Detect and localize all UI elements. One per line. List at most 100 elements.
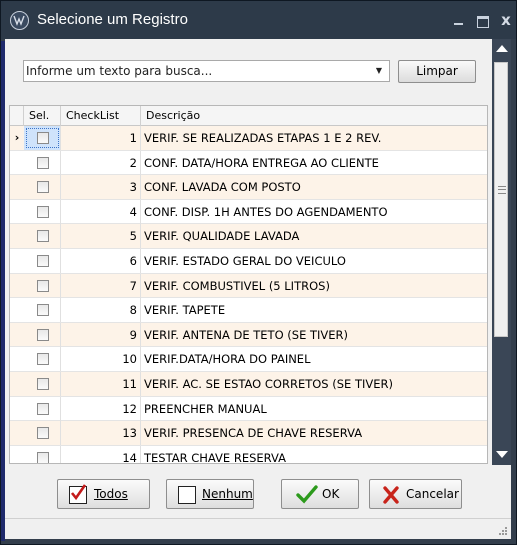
row-select-cell[interactable] [24, 150, 61, 175]
search-panel: ▼ Limpar [5, 39, 492, 91]
row-indicator [10, 372, 24, 396]
table-row[interactable]: 5 VERIF. QUALIDADE LAVADA [10, 224, 487, 249]
x-mark-icon [382, 485, 400, 504]
row-select-cell[interactable] [24, 273, 61, 298]
select-none-label: Nenhum [202, 487, 253, 501]
select-all-button[interactable]: Todos [57, 479, 150, 509]
row-select-cell[interactable] [24, 175, 61, 200]
minimize-button[interactable] [447, 10, 469, 30]
row-indicator: › [14, 131, 20, 144]
checklist-number-cell: 7 [61, 273, 141, 298]
row-select-cell[interactable] [24, 396, 61, 421]
checked-checkbox-icon [69, 484, 87, 504]
row-select-cell[interactable] [24, 445, 61, 463]
row-indicator [10, 249, 24, 273]
row-indicator [10, 397, 24, 421]
row-checkbox[interactable] [37, 132, 49, 144]
row-select-cell[interactable] [24, 199, 61, 224]
row-select-cell[interactable] [24, 347, 61, 372]
grid-header: Sel. CheckList Descrição [10, 106, 487, 126]
description-cell: VERIF. ANTENA DE TETO (SE TIVER) [144, 327, 349, 342]
row-indicator [10, 200, 24, 224]
cancel-button[interactable]: Cancelar [369, 479, 462, 509]
checklist-number-cell: 4 [61, 199, 141, 224]
row-select-cell[interactable] [24, 322, 61, 347]
row-checkbox[interactable] [37, 353, 49, 366]
vw-logo-icon [10, 11, 29, 30]
column-header-checklist[interactable]: CheckList [61, 106, 141, 126]
scroll-up-icon[interactable] [496, 45, 508, 52]
maximize-button[interactable] [471, 10, 493, 30]
row-select-cell[interactable] [24, 126, 61, 150]
checklist-number-cell: 6 [61, 248, 141, 273]
table-row[interactable]: 3 CONF. LAVADA COM POSTO [10, 175, 487, 200]
column-header-sel[interactable]: Sel. [24, 106, 61, 126]
indicator-column-header [10, 106, 24, 126]
description-cell: CONF. LAVADA COM POSTO [144, 180, 301, 195]
description-cell: VERIF. TAPETE [144, 303, 226, 318]
row-checkbox[interactable] [37, 205, 49, 218]
dropdown-arrow-icon[interactable]: ▼ [372, 64, 386, 78]
table-row[interactable]: 13 VERIF. PRESENCA DE CHAVE RESERVA [10, 421, 487, 446]
table-row[interactable]: 11 VERIF. AC. SE ESTAO CORRETOS (SE TIVER… [10, 371, 487, 397]
checklist-number-cell: 3 [61, 175, 141, 200]
row-indicator [10, 347, 24, 371]
table-row[interactable]: 12 PREENCHER MANUAL [10, 396, 487, 422]
checkmark-icon [296, 485, 318, 504]
row-checkbox[interactable] [37, 279, 49, 292]
resize-grip-icon[interactable] [498, 526, 508, 536]
select-none-button[interactable]: Nenhum [166, 479, 254, 509]
table-row[interactable]: 14 TESTAR CHAVE RESERVA [10, 445, 487, 464]
vertical-scrollbar[interactable] [492, 39, 511, 465]
row-checkbox[interactable] [37, 427, 49, 440]
ok-button[interactable]: OK [281, 479, 359, 509]
description-cell: TESTAR CHAVE RESERVA [144, 450, 287, 464]
checklist-number-cell: 13 [61, 421, 141, 446]
row-select-cell[interactable] [24, 298, 61, 323]
row-indicator [10, 151, 24, 175]
search-input[interactable] [26, 63, 366, 79]
table-row[interactable]: 10 VERIF.DATA/HORA DO PAINEL [10, 347, 487, 372]
table-row[interactable]: › 1 VERIF. SE REALIZADAS ETAPAS 1 E 2 REV. [10, 126, 487, 151]
grid-rows: › 1 VERIF. SE REALIZADAS ETAPAS 1 E 2 REV.… [10, 126, 487, 464]
grip-icon [498, 186, 506, 194]
checklist-number-cell: 5 [61, 224, 141, 249]
row-select-cell[interactable] [24, 371, 61, 396]
checklist-number-cell: 2 [61, 150, 141, 175]
row-indicator [10, 298, 24, 322]
table-row[interactable]: 9 VERIF. ANTENA DE TETO (SE TIVER) [10, 322, 487, 348]
row-select-cell[interactable] [24, 248, 61, 273]
table-row[interactable]: 8 VERIF. TAPETE [10, 298, 487, 323]
row-checkbox[interactable] [37, 230, 49, 243]
row-checkbox[interactable] [37, 328, 49, 341]
checklist-number-cell: 1 [61, 126, 141, 150]
row-checkbox[interactable] [37, 304, 49, 317]
table-row[interactable]: 4 CONF. DISP. 1H ANTES DO AGENDAMENTO [10, 199, 487, 225]
row-checkbox[interactable] [37, 181, 49, 194]
row-checkbox[interactable] [37, 402, 49, 415]
table-row[interactable]: 7 VERIF. COMBUSTIVEL (5 LITROS) [10, 273, 487, 299]
row-select-cell[interactable] [24, 421, 61, 446]
row-checkbox[interactable] [37, 451, 49, 463]
clear-button[interactable]: Limpar [398, 60, 476, 83]
close-button[interactable]: x [495, 10, 517, 30]
description-cell: VERIF. AC. SE ESTAO CORRETOS (SE TIVER) [144, 376, 393, 391]
description-cell: PREENCHER MANUAL [144, 401, 267, 416]
description-cell: CONF. DATA/HORA ENTREGA AO CLIENTE [144, 155, 379, 170]
row-indicator [10, 224, 24, 248]
table-row[interactable]: 2 CONF. DATA/HORA ENTREGA AO CLIENTE [10, 150, 487, 176]
status-bar [5, 518, 511, 539]
description-cell: VERIF. ESTADO GERAL DO VEICULO [144, 253, 346, 268]
row-checkbox[interactable] [37, 254, 49, 267]
table-row[interactable]: 6 VERIF. ESTADO GERAL DO VEICULO [10, 248, 487, 274]
scroll-thumb[interactable] [494, 62, 508, 337]
column-header-descricao[interactable]: Descrição [141, 106, 487, 126]
row-indicator [10, 421, 24, 445]
scroll-down-icon[interactable] [496, 451, 508, 458]
row-indicator [10, 175, 24, 199]
search-combobox[interactable]: ▼ [23, 60, 390, 82]
row-checkbox[interactable] [37, 156, 49, 169]
title-bar[interactable]: Selecione um Registro x [1, 1, 516, 39]
row-select-cell[interactable] [24, 224, 61, 249]
row-checkbox[interactable] [37, 377, 49, 390]
